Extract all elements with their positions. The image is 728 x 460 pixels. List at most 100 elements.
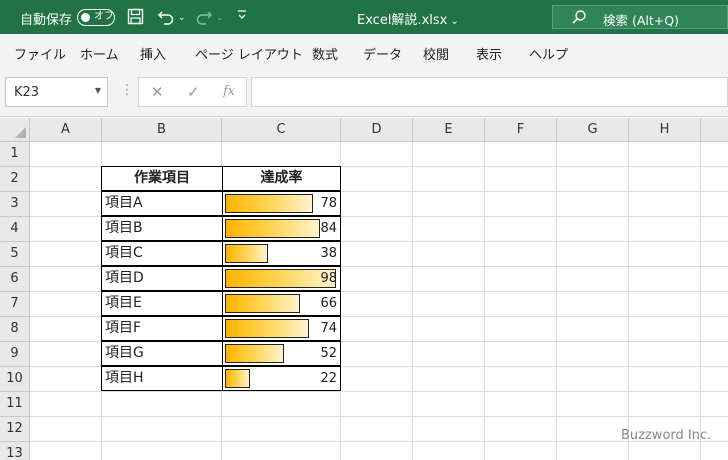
- tab-help[interactable]: ヘルプ: [529, 44, 568, 63]
- data-bar: [225, 319, 309, 338]
- name-box-value: K23: [14, 85, 40, 100]
- data-bar: [225, 194, 313, 213]
- tab-view[interactable]: 表示: [476, 44, 502, 63]
- autosave-label: 自動保存: [20, 13, 73, 28]
- redo-dropdown-icon[interactable]: ⌄: [216, 9, 224, 27]
- item-cell[interactable]: 項目A: [101, 191, 223, 216]
- tab-page-layout[interactable]: ページ レイアウト: [195, 44, 303, 63]
- column-header-h[interactable]: H: [629, 118, 701, 142]
- column-header-e[interactable]: E: [413, 118, 485, 142]
- rate-cell[interactable]: 98: [222, 266, 341, 291]
- tab-data[interactable]: データ: [363, 44, 402, 63]
- column-header-next[interactable]: [701, 118, 728, 142]
- column-header-b[interactable]: B: [102, 118, 222, 142]
- more-options-icon[interactable]: ⋮: [120, 82, 134, 98]
- rate-cell[interactable]: 84: [222, 216, 341, 241]
- row-header-12[interactable]: 12: [0, 417, 30, 442]
- row-header-5[interactable]: 5: [0, 242, 30, 267]
- customize-toolbar-icon[interactable]: [237, 7, 247, 26]
- tab-home[interactable]: ホーム: [80, 44, 119, 63]
- dropdown-arrow-icon[interactable]: ▼: [95, 86, 101, 95]
- grid-hline: [30, 416, 728, 417]
- row-header-6[interactable]: 6: [0, 267, 30, 292]
- item-cell[interactable]: 項目F: [101, 316, 223, 341]
- formula-buttons: ✕ ✓ fx: [138, 77, 247, 107]
- search-box[interactable]: 検索 (Alt+Q): [552, 5, 728, 29]
- undo-dropdown-icon[interactable]: ⌄: [178, 9, 186, 27]
- column-header-g[interactable]: G: [557, 118, 629, 142]
- rate-value: 22: [320, 371, 337, 386]
- rate-value: 84: [320, 221, 337, 236]
- grid-vline: [484, 142, 485, 460]
- column-header-f[interactable]: F: [485, 118, 557, 142]
- column-header-a[interactable]: A: [30, 118, 102, 142]
- item-cell[interactable]: 項目G: [101, 341, 223, 366]
- search-placeholder: 検索 (Alt+Q): [603, 13, 679, 28]
- header-cell-item[interactable]: 作業項目: [101, 166, 223, 191]
- item-cell[interactable]: 項目H: [101, 366, 223, 391]
- rate-value: 98: [320, 271, 337, 286]
- item-cell[interactable]: 項目D: [101, 266, 223, 291]
- row-header-13[interactable]: 13: [0, 442, 30, 460]
- rate-cell[interactable]: 38: [222, 241, 341, 266]
- search-icon: [571, 9, 587, 29]
- grid-vline: [412, 142, 413, 460]
- rate-value: 78: [320, 196, 337, 211]
- rate-cell[interactable]: 78: [222, 191, 341, 216]
- grid-vline: [628, 142, 629, 460]
- tab-insert[interactable]: 挿入: [140, 44, 166, 63]
- data-bar: [225, 294, 300, 313]
- rate-value: 52: [320, 346, 337, 361]
- row-header-2[interactable]: 2: [0, 167, 30, 192]
- item-cell[interactable]: 項目C: [101, 241, 223, 266]
- watermark: Buzzword Inc.: [621, 428, 712, 443]
- header-cell-rate[interactable]: 達成率: [222, 166, 341, 191]
- rate-value: 66: [320, 296, 337, 311]
- toggle-knob: [81, 12, 90, 22]
- save-icon[interactable]: [127, 8, 144, 29]
- chevron-down-icon: ⌄: [450, 16, 459, 27]
- row-header-3[interactable]: 3: [0, 192, 30, 217]
- rate-value: 74: [320, 321, 337, 336]
- rate-cell[interactable]: 74: [222, 316, 341, 341]
- grid-vline: [556, 142, 557, 460]
- row-header-10[interactable]: 10: [0, 367, 30, 392]
- data-bar: [225, 219, 320, 238]
- row-header-9[interactable]: 9: [0, 342, 30, 367]
- row-header-8[interactable]: 8: [0, 317, 30, 342]
- tab-file[interactable]: ファイル: [14, 44, 66, 63]
- formula-bar: K23 ▼ ⋮ ✕ ✓ fx: [0, 70, 728, 117]
- rate-cell[interactable]: 66: [222, 291, 341, 316]
- autosave-toggle[interactable]: オフ: [77, 9, 115, 26]
- undo-icon[interactable]: [157, 8, 175, 29]
- enter-icon[interactable]: ✓: [187, 83, 200, 101]
- redo-icon[interactable]: [195, 8, 213, 29]
- item-cell[interactable]: 項目B: [101, 216, 223, 241]
- column-header-c[interactable]: C: [222, 118, 341, 142]
- item-cell[interactable]: 項目E: [101, 291, 223, 316]
- file-name-text: Excel解説.xlsx: [357, 13, 448, 28]
- select-all-button[interactable]: [0, 118, 30, 142]
- row-header-4[interactable]: 4: [0, 217, 30, 242]
- tab-formulas[interactable]: 数式: [312, 44, 338, 63]
- data-bar: [225, 344, 284, 363]
- data-bar: [225, 369, 250, 388]
- row-header-7[interactable]: 7: [0, 292, 30, 317]
- title-bar: 自動保存 オフ ⌄ ⌄ Excel解説.xlsx ⌄ 検索 (Alt+Q): [0, 0, 728, 34]
- formula-input[interactable]: [251, 77, 728, 107]
- grid-hline: [30, 391, 728, 392]
- insert-function-icon[interactable]: fx: [223, 84, 235, 99]
- tab-review[interactable]: 校閲: [423, 44, 449, 63]
- column-header-d[interactable]: D: [341, 118, 413, 142]
- row-header-1[interactable]: 1: [0, 142, 30, 167]
- file-name[interactable]: Excel解説.xlsx ⌄: [357, 9, 459, 28]
- rate-cell[interactable]: 22: [222, 366, 341, 391]
- cancel-icon[interactable]: ✕: [151, 83, 164, 101]
- rate-cell[interactable]: 52: [222, 341, 341, 366]
- data-bar: [225, 269, 336, 288]
- select-all-triangle: [15, 127, 26, 138]
- grid-vline: [700, 142, 701, 460]
- data-bar: [225, 244, 268, 263]
- row-header-11[interactable]: 11: [0, 392, 30, 417]
- name-box[interactable]: K23 ▼: [5, 77, 108, 107]
